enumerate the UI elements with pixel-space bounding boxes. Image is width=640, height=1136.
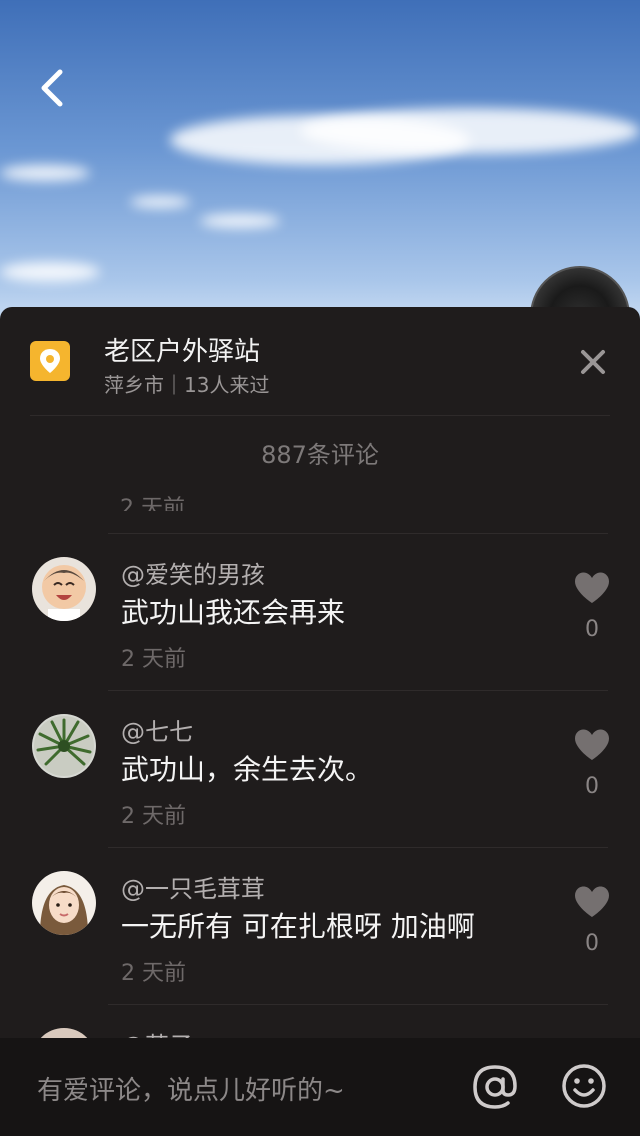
comment-row[interactable]: @一只毛茸茸 一无所有 可在扎根呀 加油啊 2 天前 0	[0, 847, 640, 1004]
comment-username[interactable]: @一只毛茸茸	[121, 869, 265, 904]
emoji-button[interactable]	[560, 1062, 608, 1110]
comments-panel: 老区户外驿站 萍乡市｜13人来过 887条评论 2 天前 @爱笑的男孩 武功山我…	[0, 307, 640, 1136]
mention-button[interactable]	[470, 1062, 520, 1112]
comment-username[interactable]: @爱笑的男孩	[121, 555, 265, 590]
comment-time: 2 天前	[121, 804, 186, 829]
location-subtitle: 萍乡市｜13人来过	[104, 373, 270, 397]
heart-icon	[575, 886, 609, 917]
heart-icon	[575, 572, 609, 603]
heart-icon	[575, 729, 609, 760]
at-icon	[473, 1065, 517, 1109]
comment-text: 武功山我还会再来	[121, 596, 346, 629]
comment-input-bar: 有爱评论，说点儿好听的~	[0, 1038, 640, 1136]
avatar[interactable]	[32, 871, 96, 935]
comment-username[interactable]: @七七	[121, 712, 193, 747]
close-icon	[581, 350, 605, 374]
chevron-left-icon	[41, 69, 63, 107]
smiley-icon	[562, 1064, 606, 1108]
comment-text: 武功山，余生去次。	[121, 753, 374, 786]
comment-text: 一无所有 可在扎根呀 加油啊	[121, 910, 475, 943]
like-count: 0	[585, 774, 599, 799]
comment-time: 2 天前	[121, 647, 186, 672]
header-divider	[30, 415, 610, 416]
comment-time: 2 天前	[121, 961, 186, 986]
close-button[interactable]	[578, 347, 608, 377]
previous-comment-time: 2 天前	[120, 496, 185, 511]
like-button[interactable]	[573, 885, 611, 919]
like-count: 0	[585, 617, 599, 642]
comment-row[interactable]: @七七 武功山，余生去次。 2 天前 0	[0, 690, 640, 847]
like-button[interactable]	[573, 571, 611, 605]
like-count: 0	[585, 931, 599, 956]
comment-input[interactable]: 有爱评论，说点儿好听的~	[37, 1070, 345, 1107]
comments-count: 887条评论	[261, 441, 379, 469]
avatar[interactable]	[32, 714, 96, 778]
like-button[interactable]	[573, 728, 611, 762]
map-pin-icon	[30, 341, 70, 381]
back-button[interactable]	[34, 66, 74, 110]
location-title[interactable]: 老区户外驿站	[104, 331, 260, 368]
comment-row[interactable]: @爱笑的男孩 武功山我还会再来 2 天前 0	[0, 533, 640, 690]
avatar[interactable]	[32, 557, 96, 621]
